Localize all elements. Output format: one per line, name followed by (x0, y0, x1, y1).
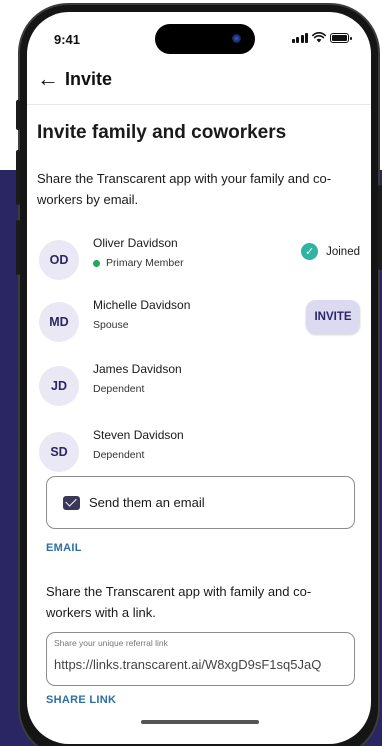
mail-icon (63, 496, 80, 510)
status-time: 9:41 (54, 32, 81, 47)
member-role: Spouse (93, 319, 129, 331)
invite-button[interactable]: INVITE (306, 300, 360, 334)
member-row-oliver: OD Oliver Davidson Primary Member ✓ Join… (27, 234, 371, 282)
avatar: OD (39, 240, 79, 280)
status-dot-icon (93, 259, 100, 267)
member-name: Michelle Davidson (93, 298, 191, 312)
wifi-icon (312, 32, 326, 43)
header-title: Invite (65, 68, 113, 89)
power-button (378, 185, 382, 270)
avatar: SD (39, 432, 79, 472)
app-header: ← Invite (37, 68, 112, 90)
member-role: Dependent (93, 383, 144, 395)
referral-link-value: https://links.transcarent.ai/W8xgD9sF1sq… (54, 657, 322, 672)
arrow-left-icon[interactable]: ← (37, 68, 59, 90)
home-indicator (141, 720, 259, 724)
member-name: Oliver Davidson (93, 236, 178, 250)
member-role-label: Primary Member (106, 257, 184, 269)
dynamic-island (155, 24, 255, 54)
referral-link-label: Share your unique referral link (54, 638, 168, 648)
battery-icon (330, 33, 352, 43)
mute-switch (16, 100, 20, 130)
signal-icon (291, 33, 308, 43)
intro-text: Share the Transcarent app with your fami… (37, 171, 332, 207)
member-row-steven: SD Steven Davidson Dependent (27, 426, 371, 474)
member-role-label: Spouse (93, 319, 129, 331)
status-icons (291, 32, 352, 43)
send-email-button[interactable]: Send them an email (46, 476, 355, 529)
joined-label: Joined (326, 245, 360, 258)
member-name: James Davidson (93, 362, 182, 376)
header-divider (27, 104, 371, 105)
member-row-james: JD James Davidson Dependent (27, 360, 371, 408)
avatar: MD (39, 302, 79, 342)
page-title: Invite family and coworkers (37, 122, 287, 143)
volume-up-button (16, 150, 20, 205)
avatar: JD (39, 366, 79, 406)
member-role: Primary Member (93, 257, 184, 269)
share-text: Share the Transcarent app with family an… (46, 584, 312, 620)
phone-screen: 9:41 ← Invite Invite family and coworker… (27, 12, 371, 744)
email-link[interactable]: EMAIL (46, 542, 82, 554)
member-row-michelle: MD Michelle Davidson Spouse INVITE (27, 296, 371, 344)
member-role: Dependent (93, 449, 144, 461)
check-icon: ✓ (301, 243, 319, 260)
member-role-label: Dependent (93, 383, 145, 395)
member-role-label: Dependent (93, 449, 145, 461)
share-link-button[interactable]: SHARE LINK (46, 694, 116, 706)
status-bar: 9:41 (27, 12, 371, 62)
camera-icon (232, 34, 241, 43)
volume-down-button (16, 220, 20, 275)
joined-status: ✓ Joined (301, 243, 360, 260)
referral-link-field[interactable]: Share your unique referral link https://… (46, 632, 355, 686)
send-email-label: Send them an email (89, 495, 205, 510)
member-name: Steven Davidson (93, 428, 184, 442)
